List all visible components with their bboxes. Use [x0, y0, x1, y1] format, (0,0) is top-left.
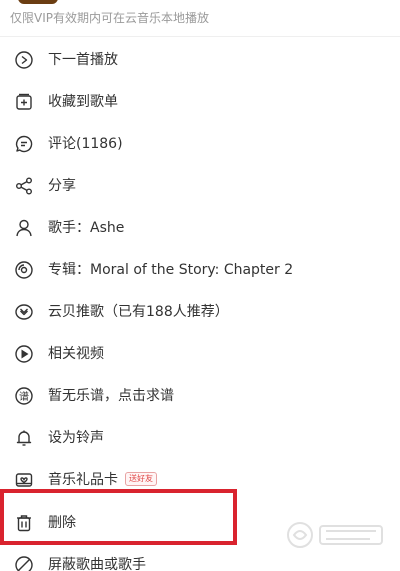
divider	[0, 36, 400, 37]
menu-item-label: 收藏到歌单	[48, 94, 118, 110]
menu-item-sheet-music[interactable]: 谱 暂无乐谱，点击求谱	[0, 375, 400, 417]
menu-item-label: 设为铃声	[48, 430, 104, 446]
menu-item-play-next[interactable]: 下一首播放	[0, 39, 400, 81]
menu-item-singer[interactable]: 歌手：Ashe	[0, 207, 400, 249]
recommend-icon	[14, 302, 34, 322]
menu-item-label: 评论(1186)	[48, 136, 123, 152]
song-options-sheet: 仅限VIP有效期内可在云音乐本地播放 下一首播放 收藏到歌单 评论(1186) …	[0, 0, 400, 571]
play-next-icon	[14, 50, 34, 70]
album-thumbnail	[18, 0, 58, 4]
menu-item-recommend[interactable]: 云贝推歌（已有188人推荐）	[0, 291, 400, 333]
gift-card-icon	[14, 470, 34, 490]
album-icon	[14, 260, 34, 280]
menu-item-label: 音乐礼品卡	[48, 472, 118, 488]
menu-item-label: 屏蔽歌曲或歌手	[48, 557, 146, 571]
menu-item-label: 歌手：Ashe	[48, 220, 125, 236]
svg-text:谱: 谱	[19, 390, 29, 403]
share-icon	[14, 176, 34, 196]
singer-icon	[14, 218, 34, 238]
menu-item-label: 相关视频	[48, 346, 104, 362]
highlight-annotation-box	[0, 489, 237, 545]
menu-item-share[interactable]: 分享	[0, 165, 400, 207]
menu-item-label: 专辑：Moral of the Story: Chapter 2	[48, 262, 294, 278]
menu-item-label: 云贝推歌（已有188人推荐）	[48, 304, 229, 320]
block-icon	[14, 555, 34, 571]
watermark-logo	[280, 518, 390, 552]
menu-item-related-video[interactable]: 相关视频	[0, 333, 400, 375]
menu-item-label: 分享	[48, 178, 76, 194]
vip-notice: 仅限VIP有效期内可在云音乐本地播放	[10, 11, 209, 25]
add-to-playlist-icon	[14, 92, 34, 112]
menu-item-set-ringtone[interactable]: 设为铃声	[0, 417, 400, 459]
sheet-music-icon: 谱	[14, 386, 34, 406]
bell-icon	[14, 428, 34, 448]
send-friend-badge: 送好友	[125, 472, 157, 486]
menu-item-album[interactable]: 专辑：Moral of the Story: Chapter 2	[0, 249, 400, 291]
menu-item-add-to-playlist[interactable]: 收藏到歌单	[0, 81, 400, 123]
menu-item-comment[interactable]: 评论(1186)	[0, 123, 400, 165]
menu-item-label: 暂无乐谱，点击求谱	[48, 388, 174, 404]
video-icon	[14, 344, 34, 364]
comment-icon	[14, 134, 34, 154]
menu-item-label: 下一首播放	[48, 52, 118, 68]
